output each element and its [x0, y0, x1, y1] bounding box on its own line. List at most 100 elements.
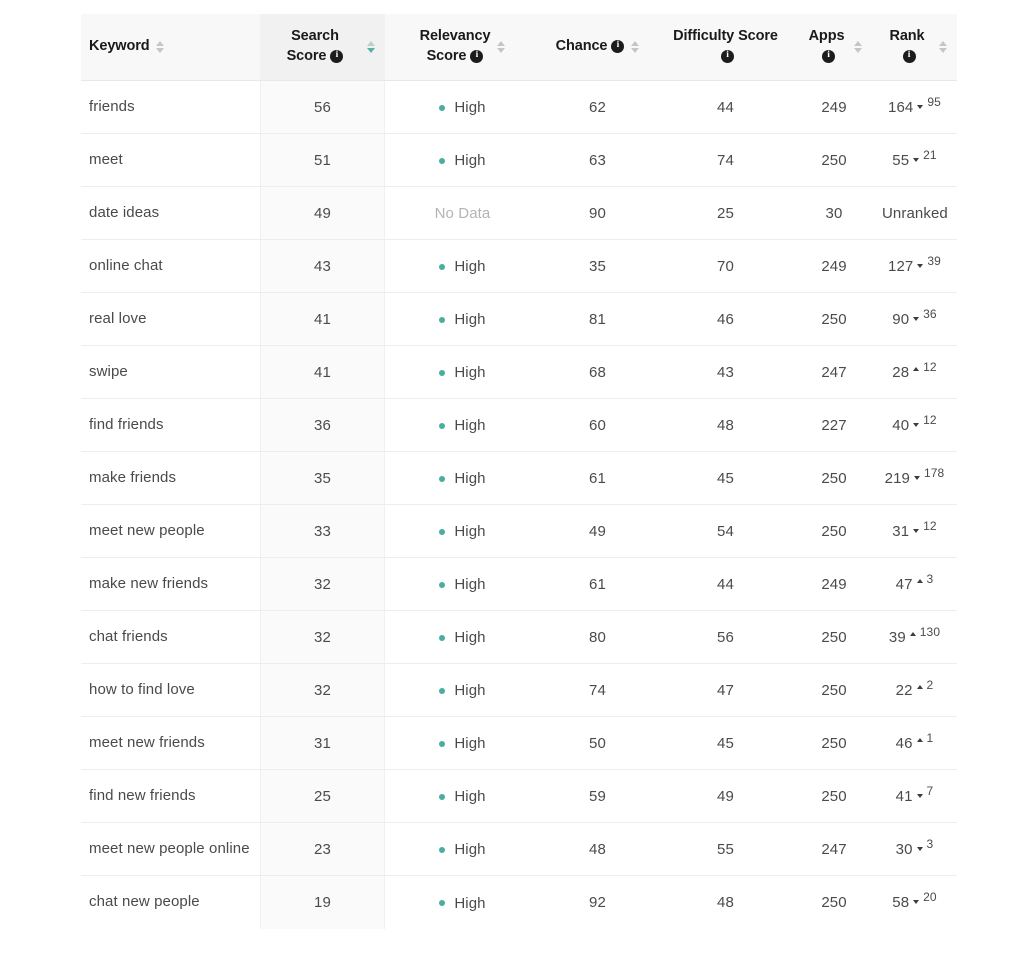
cell-apps: 249	[796, 557, 872, 611]
table-row[interactable]: find friends 36 High 60 48 227 40 12	[81, 398, 957, 452]
sort-arrows-icon[interactable]	[938, 41, 947, 53]
table-row[interactable]: friends 56 High 62 44 249 164 95	[81, 80, 957, 134]
rank-delta: 12	[923, 518, 937, 533]
cell-rank: 28 12	[872, 345, 957, 399]
info-icon[interactable]: i	[902, 49, 916, 63]
cell-chance: 74	[540, 663, 655, 717]
info-icon[interactable]: i	[721, 49, 734, 63]
sort-arrows-icon[interactable]	[630, 41, 639, 53]
header-label-keyword: Keyword	[89, 38, 150, 55]
cell-keyword[interactable]: find new friends	[81, 769, 260, 823]
rank-delta: 7	[926, 783, 934, 798]
table-row[interactable]: real love 41 High 81 46 250 90 36	[81, 292, 957, 346]
keyword-research-table: Keyword Search Score i Relevancy Score i Chan…	[81, 14, 957, 929]
cell-rank: 31 12	[872, 504, 957, 558]
relevancy-label: High	[454, 841, 486, 859]
cell-chance: 63	[540, 133, 655, 187]
rank-number: 39	[888, 628, 906, 646]
cell-keyword[interactable]: date ideas	[81, 186, 260, 240]
status-dot-icon	[439, 422, 446, 429]
arrow-down-icon	[913, 422, 920, 427]
status-dot-icon	[439, 104, 446, 111]
cell-keyword[interactable]: friends	[81, 80, 260, 134]
table-row[interactable]: chat new people 19 High 92 48 250 58 20	[81, 875, 957, 929]
arrow-down-icon	[913, 899, 920, 904]
column-header-chance[interactable]: Chance i	[540, 14, 655, 81]
rank-value: 55 21	[892, 148, 936, 169]
cell-search-score: 36	[260, 398, 385, 452]
cell-chance: 80	[540, 610, 655, 664]
column-header-apps[interactable]: Apps i	[796, 14, 872, 81]
table-row[interactable]: swipe 41 High 68 43 247 28 12	[81, 345, 957, 399]
cell-chance: 60	[540, 398, 655, 452]
cell-difficulty-score: 48	[655, 875, 796, 929]
rank-number: 28	[892, 363, 910, 381]
column-header-keyword[interactable]: Keyword	[81, 14, 260, 81]
table-row[interactable]: make new friends 32 High 61 44 249 47 3	[81, 557, 957, 611]
info-icon[interactable]: i	[470, 49, 484, 63]
cell-keyword[interactable]: chat friends	[81, 610, 260, 664]
relevancy-label: High	[454, 682, 486, 700]
table-row[interactable]: how to find love 32 High 74 47 250 22 2	[81, 663, 957, 717]
column-header-relevancy[interactable]: Relevancy Score i	[385, 14, 540, 81]
cell-search-score: 41	[260, 292, 385, 346]
cell-keyword[interactable]: make friends	[81, 451, 260, 505]
table-row[interactable]: chat friends 32 High 80 56 250 39 130	[81, 610, 957, 664]
cell-keyword[interactable]: how to find love	[81, 663, 260, 717]
cell-keyword[interactable]: meet	[81, 133, 260, 187]
cell-apps: 250	[796, 292, 872, 346]
cell-chance: 68	[540, 345, 655, 399]
sort-arrows-icon[interactable]	[496, 41, 505, 53]
table-row[interactable]: online chat 43 High 35 70 249 127 39	[81, 239, 957, 293]
rank-delta: 130	[919, 624, 941, 639]
cell-keyword[interactable]: meet new people	[81, 504, 260, 558]
cell-relevancy-score: High	[385, 80, 540, 134]
info-icon[interactable]: i	[611, 39, 625, 53]
table-row[interactable]: make friends 35 High 61 45 250 219 178	[81, 451, 957, 505]
keyword-table-page: Keyword Search Score i Relevancy Score i Chan…	[0, 0, 1034, 962]
table-row[interactable]: meet 51 High 63 74 250 55 21	[81, 133, 957, 187]
table-row[interactable]: meet new people online 23 High 48 55 247 30 3	[81, 822, 957, 876]
cell-apps: 250	[796, 769, 872, 823]
rank-value: 30 3	[896, 837, 934, 858]
cell-apps: 250	[796, 663, 872, 717]
column-header-rank[interactable]: Rank i	[872, 14, 957, 81]
cell-keyword[interactable]: make new friends	[81, 557, 260, 611]
rank-delta: 3	[926, 836, 934, 851]
rank-value: 40 12	[892, 413, 936, 434]
cell-rank: 164 95	[872, 80, 957, 134]
rank-unranked-label: Unranked	[882, 204, 948, 222]
cell-difficulty-score: 43	[655, 345, 796, 399]
rank-value: 164 95	[888, 95, 941, 116]
arrow-down-icon	[913, 316, 920, 321]
arrow-up-icon	[916, 737, 923, 742]
cell-keyword[interactable]: swipe	[81, 345, 260, 399]
relevancy-badge: High	[439, 788, 486, 805]
cell-keyword[interactable]: meet new people online	[81, 822, 260, 876]
column-header-search[interactable]: Search Score i	[260, 14, 385, 81]
relevancy-badge: High	[439, 895, 486, 912]
rank-number: 55	[892, 151, 910, 169]
info-icon[interactable]: i	[330, 49, 344, 63]
sort-arrows-icon[interactable]	[156, 41, 165, 53]
relevancy-label: High	[454, 735, 486, 753]
rank-value: 58 20	[892, 890, 936, 911]
table-row[interactable]: date ideas 49 No Data 90 25 30 Unranked	[81, 186, 957, 240]
sort-arrows-icon[interactable]	[853, 41, 862, 53]
cell-keyword[interactable]: chat new people	[81, 875, 260, 929]
cell-rank: 47 3	[872, 557, 957, 611]
relevancy-badge: High	[439, 735, 486, 753]
cell-keyword[interactable]: online chat	[81, 239, 260, 293]
sort-arrows-icon[interactable]	[366, 41, 375, 53]
rank-value: 127 39	[888, 254, 941, 275]
table-row[interactable]: meet new friends 31 High 50 45 250 46 1	[81, 716, 957, 770]
table-row[interactable]: meet new people 33 High 49 54 250 31 12	[81, 504, 957, 558]
cell-chance: 48	[540, 822, 655, 876]
info-icon[interactable]: i	[822, 49, 835, 63]
cell-keyword[interactable]: real love	[81, 292, 260, 346]
cell-keyword[interactable]: find friends	[81, 398, 260, 452]
cell-keyword[interactable]: meet new friends	[81, 716, 260, 770]
table-row[interactable]: find new friends 25 High 59 49 250 41 7	[81, 769, 957, 823]
cell-apps: 250	[796, 875, 872, 929]
status-dot-icon	[439, 475, 446, 482]
